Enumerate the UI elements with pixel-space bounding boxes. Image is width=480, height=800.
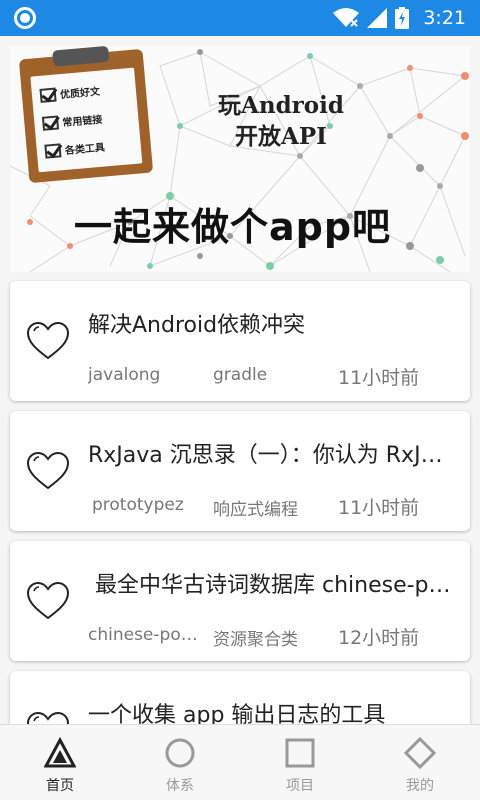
notification-circle-icon bbox=[14, 7, 36, 29]
square-icon bbox=[285, 738, 315, 768]
status-bar: 3:21 bbox=[0, 0, 480, 36]
nav-tab-mine[interactable]: 我的 bbox=[360, 725, 480, 800]
article-time: 12小时前 bbox=[338, 627, 420, 649]
article-chapter[interactable]: 响应式编程 bbox=[213, 495, 329, 520]
status-time: 3:21 bbox=[423, 7, 466, 29]
checklist-text: 优质好文 bbox=[59, 86, 101, 102]
article-card[interactable]: RxJava 沉思录（一）：你认为 RxJava 真的好用吗？ prototyp… bbox=[10, 411, 470, 531]
checklist-text: 各类工具 bbox=[64, 142, 106, 157]
article-author[interactable]: chinese-poetry bbox=[88, 625, 204, 645]
article-time: 11小时前 bbox=[338, 497, 420, 519]
clipboard-clip bbox=[52, 46, 110, 67]
nav-label: 体系 bbox=[166, 778, 194, 794]
heart-outline-icon[interactable] bbox=[26, 581, 70, 621]
bottom-navigation: 首页 体系 项目 我的 bbox=[0, 724, 480, 800]
banner-title-line1: 玩Android bbox=[218, 92, 344, 119]
triangle-icon bbox=[44, 737, 76, 768]
article-title: 解决Android依赖冲突 bbox=[88, 313, 306, 338]
nav-label: 我的 bbox=[406, 778, 434, 794]
article-title: 最全中华古诗词数据库 chinese-poetry bbox=[88, 573, 454, 598]
checklist-row: 各类工具 bbox=[44, 139, 105, 159]
article-chapter[interactable]: gradle bbox=[213, 365, 329, 385]
nav-tab-home[interactable]: 首页 bbox=[0, 725, 120, 800]
checkbox-icon bbox=[39, 87, 57, 103]
banner-title: 玩Android 开放API bbox=[206, 90, 356, 152]
nav-tab-project[interactable]: 项目 bbox=[240, 725, 360, 800]
checklist-row: 常用链接 bbox=[41, 111, 103, 131]
battery-icon bbox=[395, 7, 410, 29]
heart-outline-icon[interactable] bbox=[26, 451, 70, 491]
banner-title-line2: 开放API bbox=[235, 123, 327, 150]
checkbox-icon bbox=[44, 142, 62, 159]
signal-icon bbox=[367, 8, 388, 28]
nav-label: 首页 bbox=[46, 778, 74, 794]
article-author[interactable]: javalong bbox=[88, 365, 204, 385]
heart-outline-icon[interactable] bbox=[26, 321, 70, 361]
banner[interactable]: 优质好文 常用链接 各类工具 玩Android 开放API 一起来做个app吧 bbox=[10, 46, 470, 272]
wifi-icon bbox=[333, 8, 360, 27]
article-author[interactable]: prototypez bbox=[92, 495, 208, 515]
diamond-icon bbox=[404, 737, 436, 769]
status-indicators: 3:21 bbox=[333, 0, 466, 36]
checkbox-icon bbox=[41, 114, 60, 131]
article-title: RxJava 沉思录（一）：你认为 RxJava 真的好用吗？ bbox=[88, 443, 454, 468]
article-card[interactable]: 解决Android依赖冲突 javalong gradle 11小时前 bbox=[10, 281, 470, 401]
banner-slogan: 一起来做个app吧 bbox=[74, 205, 392, 249]
nav-tab-system[interactable]: 体系 bbox=[120, 725, 240, 800]
article-chapter[interactable]: 资源聚合类 bbox=[213, 625, 329, 650]
checklist-text: 常用链接 bbox=[62, 114, 103, 130]
clipboard-paper: 优质好文 常用链接 各类工具 bbox=[30, 67, 143, 173]
nav-label: 项目 bbox=[286, 778, 314, 794]
clipboard-illustration: 优质好文 常用链接 各类工具 bbox=[18, 46, 154, 184]
circle-icon bbox=[165, 738, 195, 768]
checklist-row: 优质好文 bbox=[39, 83, 100, 103]
article-card[interactable]: 最全中华古诗词数据库 chinese-poetry chinese-poetry… bbox=[10, 541, 470, 661]
article-time: 11小时前 bbox=[338, 367, 420, 389]
